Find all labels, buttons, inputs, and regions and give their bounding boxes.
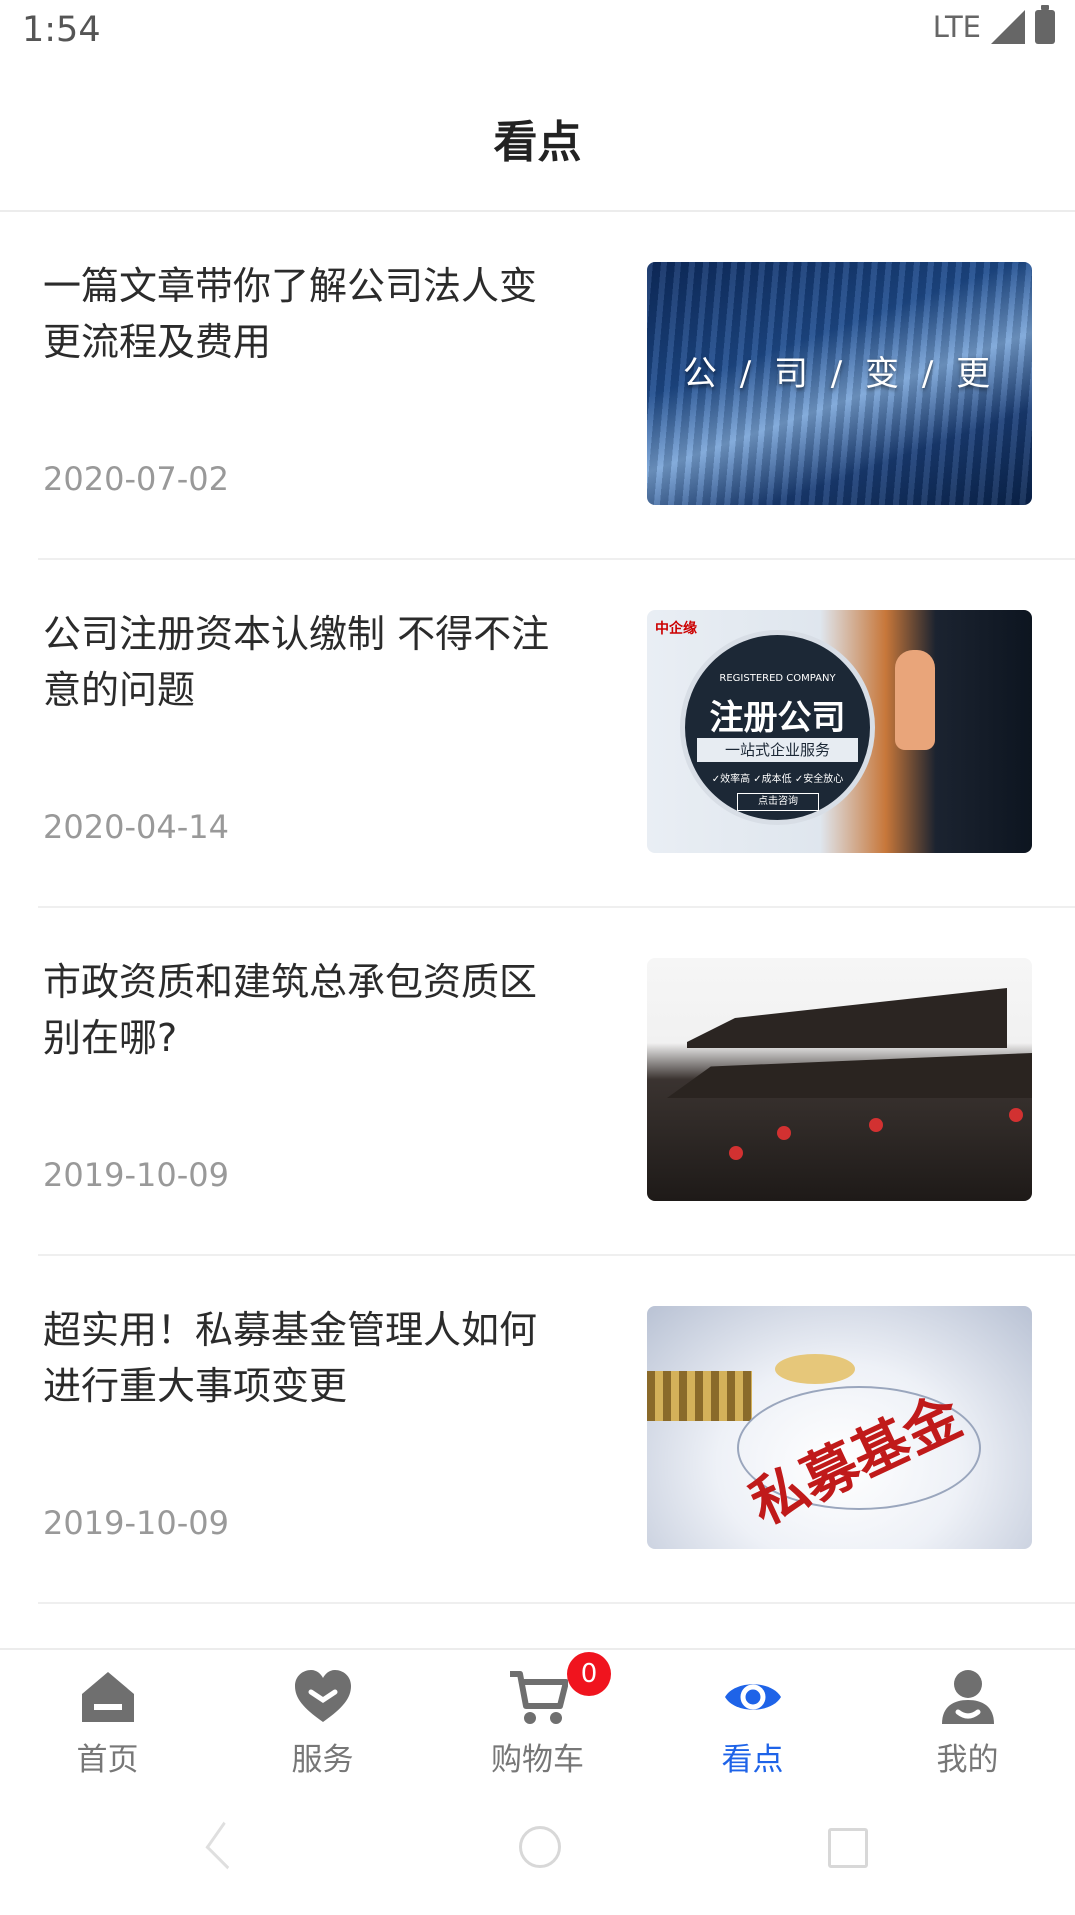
- tab-cart[interactable]: 购物车: [430, 1650, 645, 1780]
- lantern-icon: [729, 1146, 743, 1160]
- abacus-image: [647, 1371, 752, 1421]
- bottom-tab-bar: 首页 服务 购物车 0 看点 我的: [0, 1648, 1075, 1780]
- thumbnail-reg: REGISTERED COMPANY: [719, 673, 836, 684]
- coin-image: [775, 1354, 855, 1384]
- thumbnail-caption: 公 / 司 / 变 / 更: [682, 354, 997, 394]
- article-date: 2019-10-09: [43, 1504, 229, 1542]
- thumbnail-subcaption: 一站式企业服务: [697, 738, 858, 762]
- status-bar: 1:54 LTE: [0, 0, 1075, 62]
- article-title: 公司注册资本认缴制 不得不注意的问题: [43, 612, 550, 712]
- article-item[interactable]: 一篇文章带你了解公司法人变更流程及费用 2020-07-02 公 / 司 / 变…: [0, 212, 1075, 560]
- lantern-icon: [869, 1118, 883, 1132]
- tab-home[interactable]: 首页: [0, 1650, 215, 1780]
- article-item[interactable]: 超实用！私募基金管理人如何进行重大事项变更 2019-10-09 私募基金: [0, 1256, 1075, 1604]
- thumbnail-badge: REGISTERED COMPANY 注册公司 一站式企业服务 ✓效率高 ✓成本…: [680, 630, 875, 825]
- tab-label: 购物车: [491, 1742, 584, 1778]
- page-header: 看点: [0, 62, 1075, 212]
- article-date: 2019-10-09: [43, 1156, 229, 1194]
- recent-apps-icon[interactable]: [828, 1828, 868, 1868]
- lantern-icon: [777, 1126, 791, 1140]
- article-thumbnail[interactable]: 私募基金: [647, 1306, 1032, 1549]
- temple-roof-image: [667, 1053, 1032, 1098]
- article-item[interactable]: 市政资质和建筑总承包资质区别在哪? 2019-10-09: [0, 908, 1075, 1256]
- tab-label: 服务: [291, 1742, 354, 1778]
- thumbnail-logo: 中企缘: [655, 621, 697, 637]
- network-type: LTE: [932, 10, 981, 44]
- home-circle-icon[interactable]: [519, 1826, 561, 1868]
- home-icon: [81, 1672, 134, 1722]
- article-item[interactable]: 公司注册资本认缴制 不得不注意的问题 2020-04-14 中企缘 REGIST…: [0, 560, 1075, 908]
- article-thumbnail[interactable]: 中企缘 REGISTERED COMPANY 注册公司 一站式企业服务 ✓效率高…: [647, 610, 1032, 853]
- article-date: 2020-07-02: [43, 460, 229, 498]
- status-time: 1:54: [22, 10, 101, 50]
- tab-kandian[interactable]: 看点: [645, 1650, 860, 1780]
- heart-icon: [294, 1670, 351, 1722]
- thumbnail-button: 点击咨询: [737, 793, 819, 811]
- battery-icon: [1035, 5, 1055, 44]
- tab-label: 首页: [76, 1742, 139, 1778]
- tab-service[interactable]: 服务: [215, 1650, 430, 1780]
- lantern-icon: [1009, 1108, 1023, 1122]
- status-indicators: LTE: [932, 5, 1055, 44]
- article-title: 一篇文章带你了解公司法人变更流程及费用: [43, 264, 538, 364]
- signal-icon: [991, 10, 1025, 44]
- cart-badge: 0: [567, 1652, 611, 1696]
- page-title: 看点: [493, 117, 582, 168]
- article-title: 市政资质和建筑总承包资质区别在哪?: [43, 960, 538, 1060]
- article-thumbnail[interactable]: 公 / 司 / 变 / 更: [647, 262, 1032, 505]
- article-title: 超实用！私募基金管理人如何进行重大事项变更: [43, 1308, 538, 1408]
- user-icon: [941, 1670, 994, 1724]
- eye-icon: [724, 1684, 781, 1710]
- thumbnail-features: ✓效率高 ✓成本低 ✓安全放心: [711, 774, 844, 785]
- article-list[interactable]: 一篇文章带你了解公司法人变更流程及费用 2020-07-02 公 / 司 / 变…: [0, 212, 1075, 1604]
- cart-icon: [509, 1671, 568, 1724]
- back-icon[interactable]: [205, 1821, 246, 1870]
- article-date: 2020-04-14: [43, 808, 229, 846]
- article-thumbnail[interactable]: [647, 958, 1032, 1201]
- thumbs-up-image: [895, 650, 935, 750]
- tab-mine[interactable]: 我的: [860, 1650, 1075, 1780]
- thumbnail-caption: 注册公司: [709, 698, 846, 738]
- tab-label: 看点: [721, 1742, 784, 1778]
- system-nav-bar: [0, 1778, 1075, 1915]
- divider: [38, 1602, 1075, 1604]
- tab-label: 我的: [936, 1742, 999, 1778]
- temple-roof-image: [687, 988, 1007, 1048]
